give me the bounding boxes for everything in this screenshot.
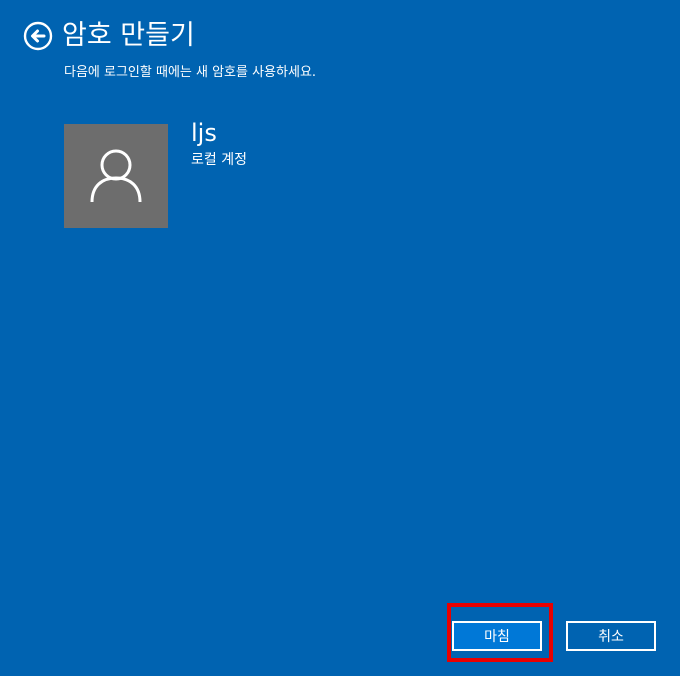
page-subtitle: 다음에 로그인할 때에는 새 암호를 사용하세요.: [64, 65, 317, 80]
account-type: 로컬 계정: [191, 152, 247, 168]
finish-button[interactable]: 마침: [452, 621, 542, 651]
header: 암호 만들기: [22, 18, 195, 54]
back-arrow-circle-icon: [23, 21, 53, 51]
user-silhouette-icon: [90, 149, 142, 203]
page-title: 암호 만들기: [62, 20, 195, 51]
cancel-button[interactable]: 취소: [566, 621, 656, 651]
avatar: [64, 124, 168, 228]
username: ljs: [191, 119, 217, 147]
user-info: ljs 로컬 계정: [191, 118, 247, 170]
back-button[interactable]: [22, 20, 54, 52]
